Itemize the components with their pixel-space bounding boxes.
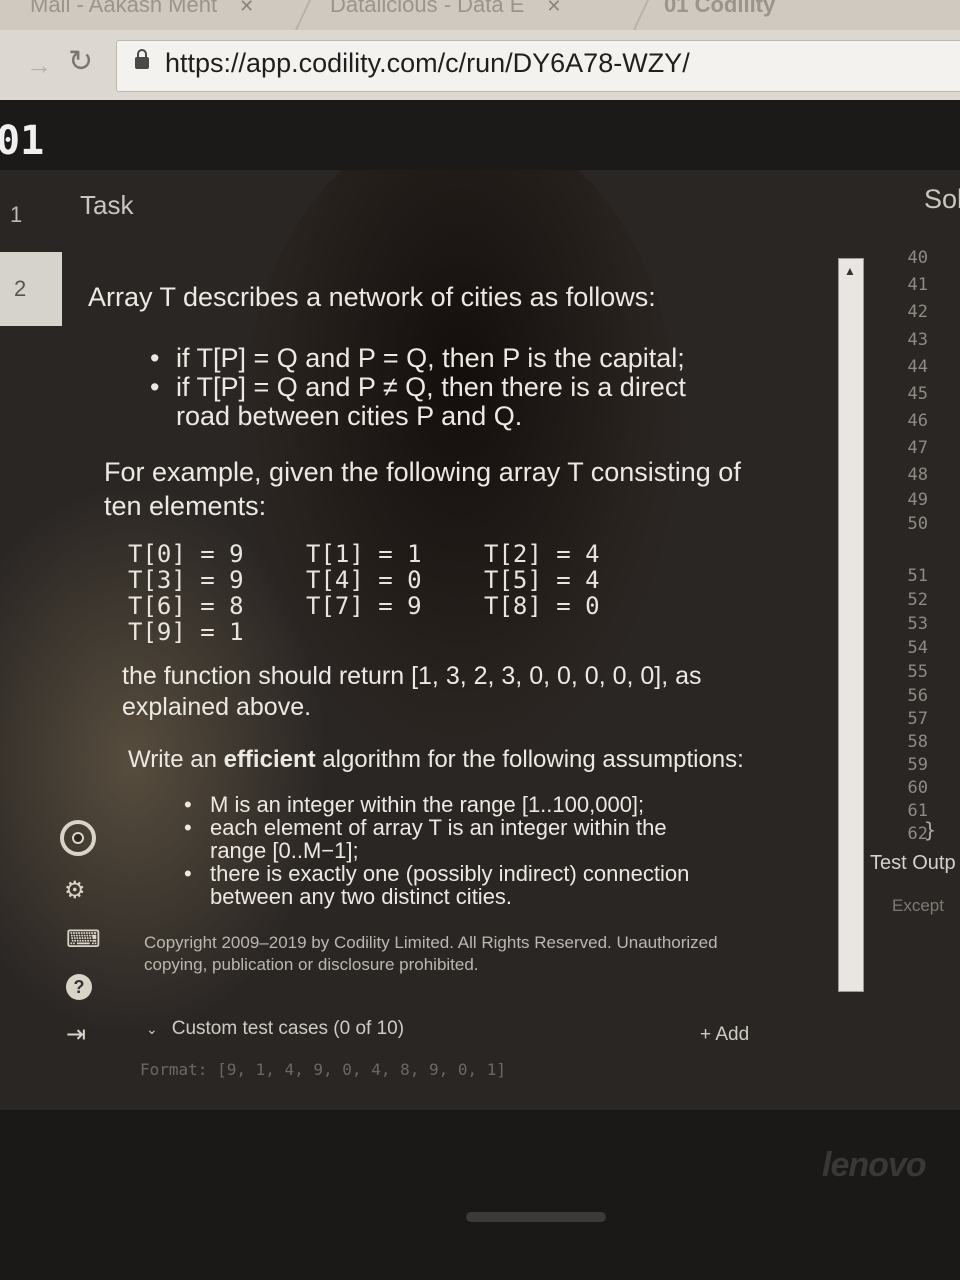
task-number-2[interactable]: 2 bbox=[0, 252, 62, 326]
line-number: 48 bbox=[907, 465, 928, 485]
tab-divider bbox=[295, 0, 311, 30]
array-row: T[6] = 8 T[7] = 9 T[8] = 0 bbox=[128, 593, 790, 619]
test-format-hint: Format: [9, 1, 4, 9, 0, 4, 8, 9, 0, 1] bbox=[140, 1060, 507, 1079]
app-viewport: 01 1 2 Task Sol ⚙ ⌨ ? ⇥ Array T describe… bbox=[0, 100, 960, 1110]
task-number-label: 2 bbox=[14, 276, 27, 301]
array-row: T[3] = 9 T[4] = 0 T[5] = 4 bbox=[128, 567, 790, 593]
assumptions-intro-pre: Write an bbox=[128, 746, 224, 773]
line-number: 50 bbox=[907, 514, 928, 534]
test-output-label: Test Outp bbox=[870, 852, 956, 874]
solution-tab[interactable]: Sol bbox=[924, 184, 960, 215]
chevron-down-icon: ⌄ bbox=[146, 1021, 158, 1037]
line-number: 42 bbox=[907, 302, 928, 322]
line-number: 56 bbox=[907, 686, 928, 706]
array-cell: T[3] = 9 bbox=[128, 566, 244, 594]
tab-datalicious[interactable]: Datalicious - Data E ✕ bbox=[330, 0, 562, 22]
line-number: 54 bbox=[907, 638, 928, 658]
assumptions-list: M is an integer within the range [1..100… bbox=[180, 793, 700, 908]
array-cell: T[6] = 8 bbox=[128, 592, 244, 620]
array-example: T[0] = 9 T[1] = 1 T[2] = 4 T[3] = 9 T[4] = … bbox=[128, 541, 790, 645]
line-number: 53 bbox=[907, 614, 928, 634]
array-cell: T[5] = 4 bbox=[484, 566, 600, 594]
array-row: T[0] = 9 T[1] = 1 T[2] = 4 bbox=[128, 541, 790, 567]
line-number: 45 bbox=[907, 384, 928, 404]
task-description: Array T describes a network of cities as… bbox=[70, 280, 790, 976]
url-text: https://app.codility.com/c/run/DY6A78-WZ… bbox=[165, 48, 690, 78]
tab-label: Datalicious - Data E bbox=[330, 0, 525, 17]
line-number: 41 bbox=[907, 275, 928, 295]
tab-label: 01 Codility bbox=[664, 0, 776, 17]
line-number: 52 bbox=[907, 590, 928, 610]
line-number: 57 bbox=[907, 709, 928, 729]
tab-label: Mail - Aakash Ment bbox=[30, 0, 218, 17]
return-text: the function should return [1, 3, 2, 3, … bbox=[122, 662, 702, 721]
array-cell: T[2] = 4 bbox=[484, 540, 600, 568]
assumptions-intro-post: algorithm for the following assumptions: bbox=[315, 746, 744, 773]
assumptions-intro-bold: efficient bbox=[223, 746, 316, 773]
array-cell: T[1] = 1 bbox=[306, 540, 422, 568]
description-scrollbar[interactable] bbox=[838, 258, 864, 992]
line-number: 59 bbox=[907, 755, 928, 775]
line-number: 40 bbox=[907, 248, 928, 268]
assumption-item: each element of array T is an integer wi… bbox=[180, 816, 700, 862]
array-cell: T[8] = 0 bbox=[484, 592, 600, 620]
reload-icon[interactable]: ↻ bbox=[68, 44, 93, 79]
app-header: 01 bbox=[0, 100, 960, 170]
tab-divider bbox=[633, 0, 649, 30]
line-number: 51 bbox=[907, 566, 928, 586]
tab-codility[interactable]: 01 Codility bbox=[664, 0, 775, 22]
laptop-brand-logo: lenovo bbox=[822, 1146, 927, 1184]
address-bar-row: → ↻ https://app.codility.com/c/run/DY6A7… bbox=[0, 30, 960, 100]
add-test-case-button[interactable]: + Add bbox=[700, 1024, 749, 1046]
array-cell: T[0] = 9 bbox=[128, 540, 244, 568]
rules-list: if T[P] = Q and P = Q, then P is the cap… bbox=[146, 344, 706, 431]
line-number: 43 bbox=[907, 330, 928, 350]
line-number: 44 bbox=[907, 357, 928, 377]
line-number: 46 bbox=[907, 411, 928, 431]
help-icon[interactable]: ? bbox=[66, 974, 92, 1000]
code-closing-brace: } bbox=[924, 818, 937, 842]
array-cell: T[7] = 9 bbox=[306, 592, 422, 620]
assumptions-intro: Write an efficient algorithm for the fol… bbox=[128, 743, 790, 777]
tab-mail[interactable]: Mail - Aakash Ment ✕ bbox=[30, 0, 254, 22]
array-cell: T[9] = 1 bbox=[128, 618, 244, 646]
line-number: 60 bbox=[907, 778, 928, 798]
assumption-item: M is an integer within the range [1..100… bbox=[180, 793, 700, 816]
example-intro: For example, given the following array T… bbox=[104, 457, 741, 521]
rule-item: if T[P] = Q and P = Q, then P is the cap… bbox=[146, 344, 706, 374]
exception-label: Except bbox=[892, 896, 944, 915]
custom-test-cases-label: Custom test cases (0 of 10) bbox=[171, 1018, 405, 1039]
assumption-item: there is exactly one (possibly indirect)… bbox=[180, 862, 700, 908]
array-row: T[9] = 1 bbox=[128, 619, 790, 645]
rule-item: if T[P] = Q and P ≠ Q, then there is a d… bbox=[146, 373, 706, 431]
line-number: 55 bbox=[907, 662, 928, 682]
line-number: 49 bbox=[907, 490, 928, 510]
laptop-bezel bbox=[0, 1110, 960, 1280]
exit-icon[interactable]: ⇥ bbox=[66, 1020, 102, 1049]
url-field[interactable]: https://app.codility.com/c/run/DY6A78-WZ… bbox=[116, 40, 960, 92]
task-tab[interactable]: Task bbox=[80, 190, 133, 221]
intro-text: Array T describes a network of cities as… bbox=[88, 282, 656, 312]
task-number-1[interactable]: 1 bbox=[10, 202, 22, 228]
close-icon[interactable]: ✕ bbox=[239, 0, 254, 16]
close-icon[interactable]: ✕ bbox=[546, 0, 561, 16]
lock-icon bbox=[135, 49, 149, 69]
scroll-up-arrow-icon[interactable]: ▲ bbox=[844, 264, 856, 278]
custom-test-cases-toggle[interactable]: ⌄ Custom test cases (0 of 10) bbox=[146, 1018, 404, 1040]
brand-logo: 01 bbox=[0, 118, 45, 164]
line-number: 47 bbox=[907, 438, 928, 458]
array-cell: T[4] = 0 bbox=[306, 566, 422, 594]
line-number: 58 bbox=[907, 732, 928, 752]
copyright-notice: Copyright 2009–2019 by Codility Limited.… bbox=[144, 933, 718, 974]
forward-arrow-icon[interactable]: → bbox=[26, 50, 52, 81]
browser-tab-bar: Mail - Aakash Ment ✕ Datalicious - Data E… bbox=[0, 0, 960, 30]
laptop-hinge bbox=[466, 1212, 606, 1222]
